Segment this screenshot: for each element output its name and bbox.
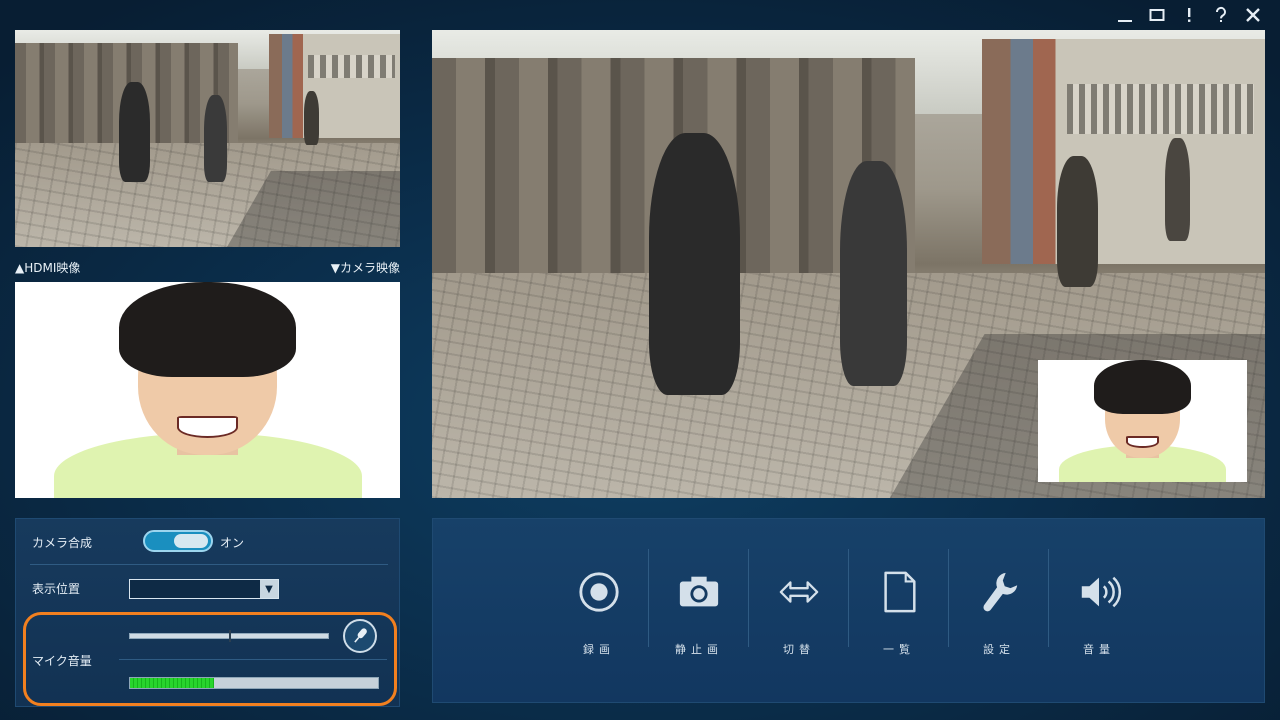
snapshot-button[interactable]: 静止画 [649,549,749,679]
camera-compose-toggle[interactable] [143,530,213,552]
control-panel: 録画 静止画 切替 一覧 設定 音量 [432,518,1265,703]
minimize-icon[interactable] [1114,4,1136,26]
camera-icon [676,569,722,615]
volume-button[interactable]: 音量 [1049,549,1149,679]
speaker-icon [1076,569,1122,615]
camera-label: ▼カメラ映像 [330,261,400,275]
camera-overlay[interactable] [1038,360,1247,482]
hdmi-label: ▲HDMI映像 [15,261,81,275]
maximize-icon[interactable] [1146,4,1168,26]
info-icon[interactable] [1178,4,1200,26]
switch-arrows-icon [776,569,822,615]
record-icon [576,569,622,615]
camera-compose-state: オン [220,536,245,550]
window-controls [1114,4,1264,26]
settings-button[interactable]: 設定 [949,549,1049,679]
switch-button[interactable]: 切替 [749,549,849,679]
position-label: 表示位置 [32,582,81,596]
camera-compose-row: カメラ合成 オン [30,519,388,565]
document-icon [876,569,922,615]
chevron-down-icon: ▼ [260,580,278,598]
help-icon[interactable] [1210,4,1232,26]
preview-labels: ▲HDMI映像 ▼カメラ映像 [15,259,400,275]
hdmi-video-preview [15,30,400,247]
list-button[interactable]: 一覧 [849,549,949,679]
camera-compose-label: カメラ合成 [32,536,93,550]
wrench-icon [976,569,1022,615]
record-button[interactable]: 録画 [549,549,649,679]
mic-highlight [23,612,397,706]
camera-video-preview [15,282,400,498]
settings-panel: カメラ合成 オン 表示位置 ▼ マイク音量 [15,518,400,707]
close-icon[interactable] [1242,4,1264,26]
position-dropdown[interactable]: ▼ [129,579,279,599]
